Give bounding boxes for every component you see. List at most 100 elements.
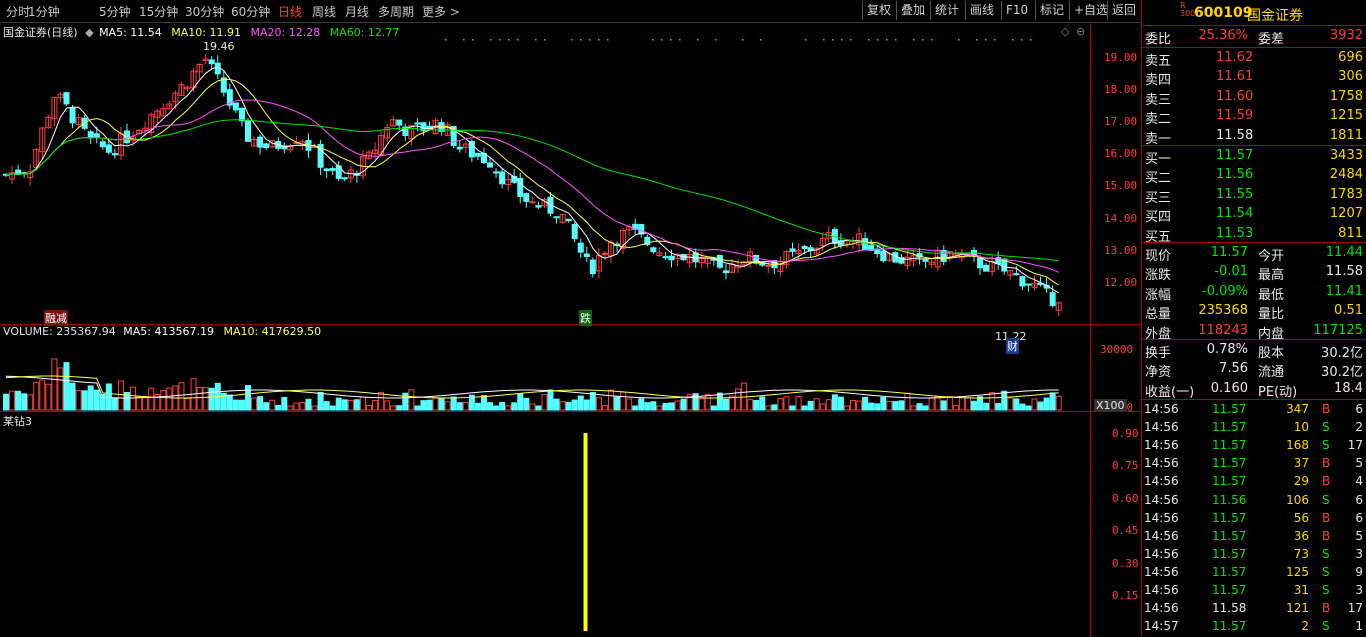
volume-ma10-line <box>5 375 1059 399</box>
volume-bar <box>136 396 143 411</box>
period-tab-multi[interactable]: 多周期 <box>378 3 414 20</box>
quote-stat-row: 涨跌 -0.01 最高 11.58 <box>1145 264 1363 284</box>
period-tab-30min[interactable]: 30分钟 <box>185 3 224 20</box>
volume-ma5-label: MA5: 413567.19 <box>123 325 214 338</box>
settings-icon[interactable]: ◆ <box>85 26 93 39</box>
volume-bar <box>347 399 354 411</box>
volume-bar <box>257 396 264 411</box>
stock-code: 600109 <box>1194 5 1253 21</box>
candle-body <box>474 152 481 157</box>
signal-dot <box>679 39 681 41</box>
signal-dot <box>958 39 960 41</box>
signal-dot <box>760 39 762 41</box>
kline-yaxis-tick: 16.00 <box>1104 147 1138 161</box>
volume-bar <box>759 396 766 411</box>
volume-bar <box>819 403 826 411</box>
volume-bar <box>983 402 990 411</box>
volume-bar <box>474 402 481 411</box>
event-marker-die[interactable]: 跌 <box>579 310 592 326</box>
volume-bar <box>626 398 633 411</box>
mark-button[interactable]: 标记 <box>1035 1 1068 20</box>
period-more-button[interactable]: 更多 > <box>422 3 460 20</box>
period-tab-fenshi[interactable]: 分时 <box>6 3 30 20</box>
signal-dot <box>913 39 915 41</box>
fuquan-button[interactable]: 复权 <box>862 1 895 20</box>
period-tab-60min[interactable]: 60分钟 <box>231 3 270 20</box>
volume-bar <box>608 389 614 411</box>
volume-bar <box>196 386 203 411</box>
volume-bar <box>69 382 76 411</box>
indicator-name-label[interactable]: 某钻3 <box>3 415 32 428</box>
volume-bar <box>148 387 155 411</box>
back-button[interactable]: 返回 <box>1107 1 1140 20</box>
signal-dot <box>580 39 582 41</box>
quote-stat-row: 现价 11.57 今开 11.44 <box>1145 245 1363 264</box>
stats-button[interactable]: 统计 <box>930 1 963 20</box>
volume-bar <box>535 405 542 411</box>
period-tab-1min[interactable]: 1分钟 <box>28 3 60 20</box>
f10-button[interactable]: F10 <box>1001 1 1032 20</box>
volume-bar <box>989 392 996 411</box>
signal-dot <box>499 39 501 41</box>
volume-bar <box>722 398 729 411</box>
add-watchlist-button[interactable]: +自选 <box>1069 1 1112 20</box>
volume-bar <box>238 399 245 411</box>
period-tab-15min[interactable]: 15分钟 <box>139 3 178 20</box>
kline-yaxis-tick: 13.00 <box>1104 243 1138 257</box>
candle-body <box>977 257 984 269</box>
collapse-icon[interactable]: ⊖ <box>1076 25 1085 38</box>
volume-bar <box>735 388 742 411</box>
volume-bar <box>87 385 94 411</box>
volume-bar <box>620 391 627 411</box>
event-marker-rongjian[interactable]: 融减 <box>44 310 68 326</box>
volume-bar <box>541 394 548 411</box>
volume-bar <box>1007 397 1014 411</box>
signal-dot <box>1021 39 1023 41</box>
volume-bar <box>995 403 1002 411</box>
candle-body <box>601 252 608 255</box>
volume-bar <box>862 396 869 411</box>
signal-dot <box>661 39 663 41</box>
period-tab-daily[interactable]: 日线 <box>278 3 302 20</box>
signal-dot <box>895 39 897 41</box>
volume-bar <box>517 393 524 411</box>
fundamental-row: 收益(一) 0.160 PE(动) 18.4 <box>1145 380 1363 400</box>
volume-bar <box>323 401 330 411</box>
volume-bar <box>366 405 372 411</box>
volume-bar <box>729 395 735 411</box>
signal-dot <box>508 39 510 41</box>
volume-bar <box>892 401 899 411</box>
volume-bar <box>807 400 814 411</box>
candle-body <box>93 133 100 138</box>
signal-dot <box>715 39 717 41</box>
volume-bar <box>910 405 917 411</box>
event-marker-cai[interactable]: 财 <box>1006 338 1019 354</box>
period-tab-monthly[interactable]: 月线 <box>345 3 369 20</box>
volume-bar <box>704 393 711 411</box>
diamond-icon[interactable]: ◇ <box>1061 25 1069 38</box>
bid-row: 买一 11.57 3433 <box>1145 148 1363 167</box>
period-tab-weekly[interactable]: 周线 <box>312 3 336 20</box>
quote-stat-row: 外盘 118243 内盘 117125 <box>1145 322 1363 342</box>
ask-row: 卖二 11.59 1215 <box>1145 108 1363 128</box>
period-tab-5min[interactable]: 5分钟 <box>99 3 131 20</box>
volume-bar <box>523 397 530 411</box>
volume-bar <box>499 401 506 411</box>
tick-row: 14:56 11.57 31 S 3 <box>1144 583 1363 597</box>
candle-body <box>87 131 94 139</box>
volume-bar <box>408 389 415 411</box>
volume-bar <box>39 379 46 411</box>
volume-bar <box>1025 405 1032 411</box>
overlay-button[interactable]: 叠加 <box>896 1 929 20</box>
tick-row: 14:56 11.57 37 B 5 <box>1144 456 1363 471</box>
signal-dot <box>832 39 834 41</box>
volume-bar <box>390 405 397 411</box>
volume-bar <box>432 397 439 411</box>
draw-line-button[interactable]: 画线 <box>965 1 998 20</box>
volume-bar <box>577 395 584 411</box>
volume-bar <box>632 405 639 411</box>
volume-bar <box>414 405 421 411</box>
candle-body <box>487 162 493 168</box>
volume-bar <box>656 405 663 411</box>
volume-bar <box>293 402 300 411</box>
